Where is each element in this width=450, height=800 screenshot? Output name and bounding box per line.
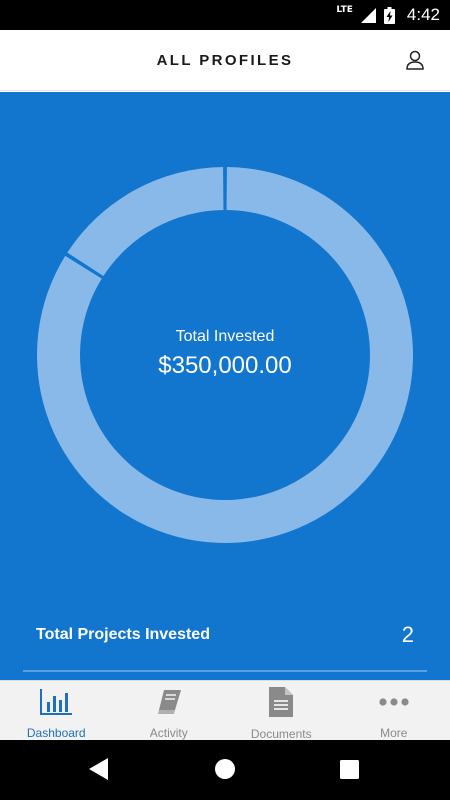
total-projects-count: 2 <box>401 622 414 647</box>
signal-icon <box>360 7 376 23</box>
battery-charging-icon <box>383 6 395 24</box>
more-dots-icon <box>378 687 410 716</box>
recents-button[interactable] <box>340 760 359 784</box>
status-icons: LTE 4:42 <box>336 0 440 30</box>
profile-button[interactable] <box>404 49 426 71</box>
divider <box>23 670 427 672</box>
total-projects-label: Total Projects Invested <box>36 626 210 643</box>
total-invested-label: Total Invested <box>175 328 275 345</box>
donut-slice-2 <box>67 167 224 277</box>
tab-label: More <box>380 726 408 740</box>
user-icon <box>406 50 424 70</box>
system-nav-bar <box>0 740 450 800</box>
back-button[interactable] <box>89 758 109 785</box>
page-title: ALL PROFILES <box>156 52 294 69</box>
tab-documents[interactable]: Documents <box>225 681 338 741</box>
tab-label: Activity <box>149 726 188 740</box>
total-invested-value: $350,000.00 <box>158 352 292 379</box>
dashboard-panel: Total Invested $350,000.00 Total Project… <box>0 92 450 680</box>
status-bar: LTE 4:42 <box>0 0 450 30</box>
bar-chart-icon <box>40 687 73 716</box>
home-button[interactable] <box>214 758 236 785</box>
tab-bar: Dashboard Activity Documents More <box>0 680 450 741</box>
book-icon <box>153 687 185 716</box>
recents-icon <box>340 760 359 779</box>
document-icon <box>265 687 297 717</box>
tab-more[interactable]: More <box>338 681 450 740</box>
network-type-label: LTE <box>336 5 353 15</box>
total-projects-row[interactable]: Total Projects Invested 2 <box>36 620 414 650</box>
clock-time: 4:42 <box>406 5 440 24</box>
tab-label: Documents <box>250 727 312 741</box>
tab-label: Dashboard <box>26 726 86 740</box>
back-icon <box>89 758 108 780</box>
home-icon <box>215 759 235 779</box>
tab-activity[interactable]: Activity <box>113 681 226 740</box>
tab-dashboard[interactable]: Dashboard <box>0 681 113 740</box>
app-header: ALL PROFILES <box>0 30 450 91</box>
